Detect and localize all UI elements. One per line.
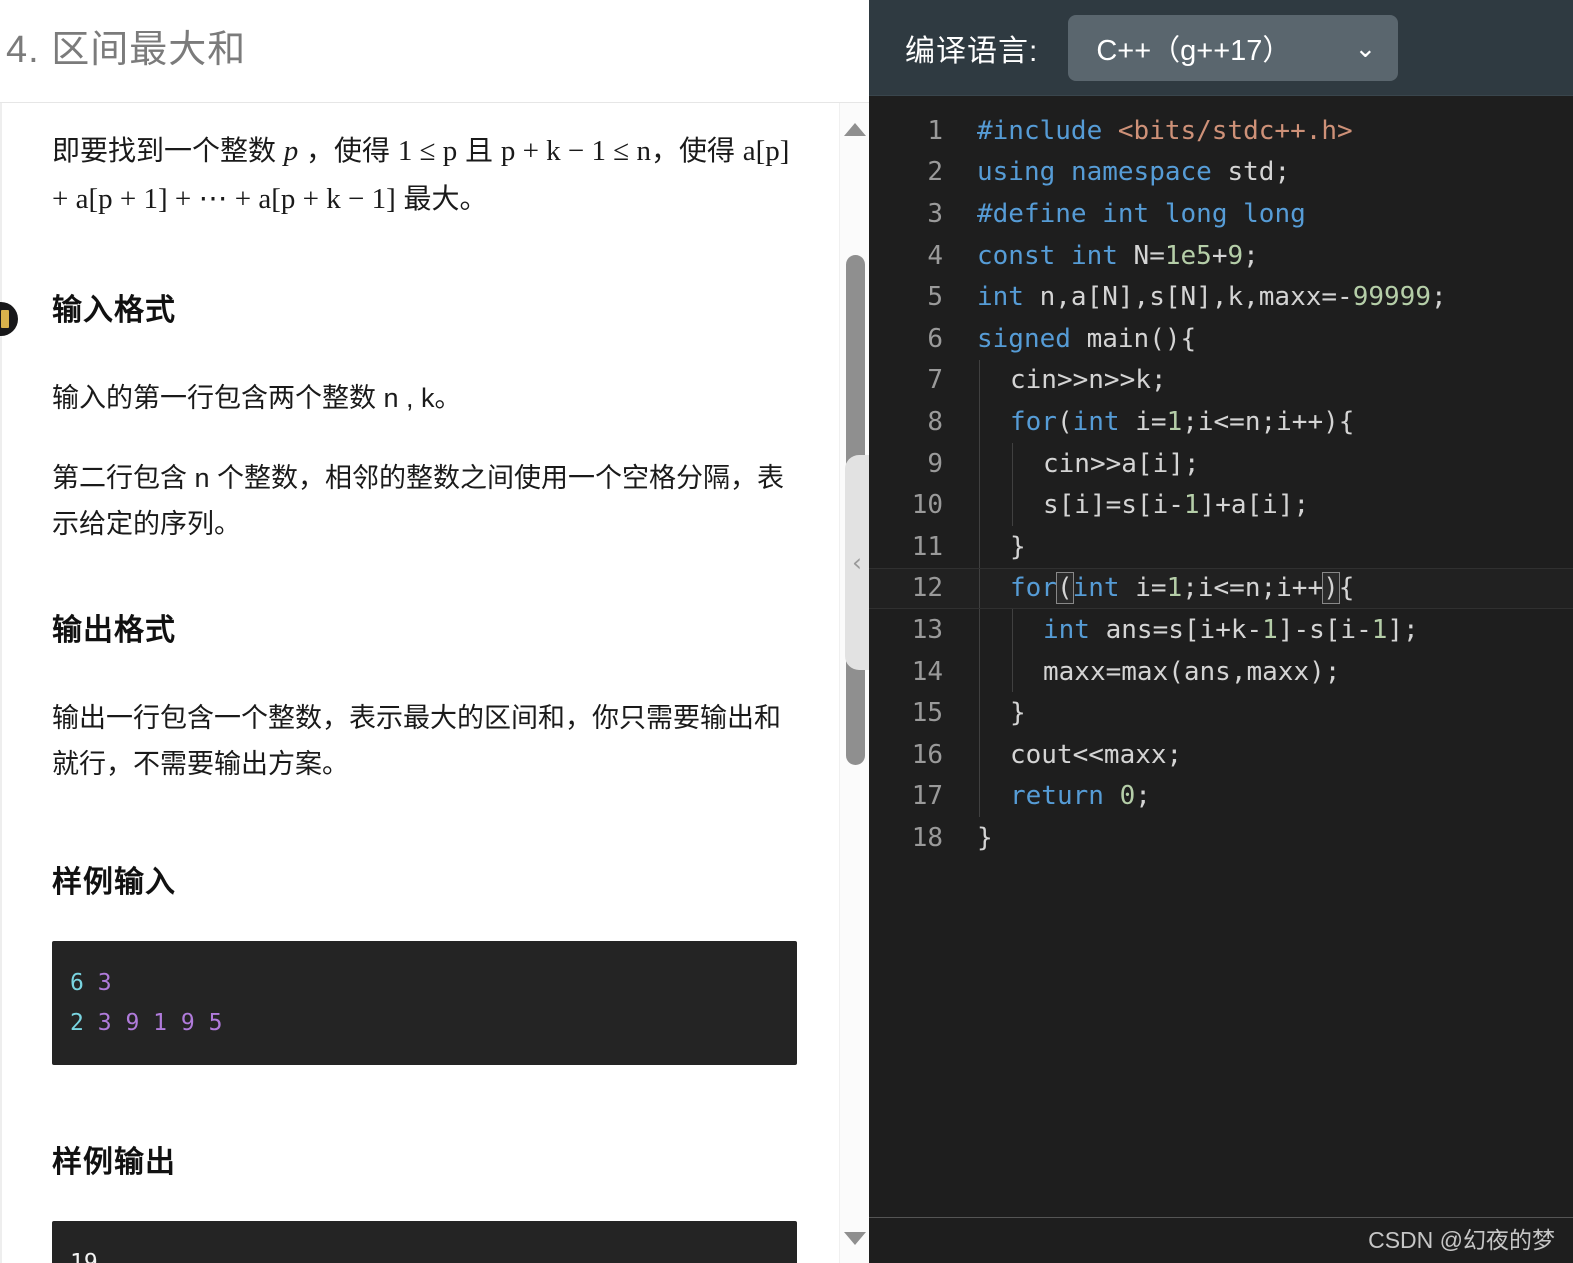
code-lines[interactable]: 1 #include <bits/stdc++.h> 2 using namespac… [869, 110, 1573, 859]
code-line[interactable]: 17 return 0; [869, 775, 1573, 818]
scroll-down-arrow-icon[interactable] [843, 1232, 866, 1245]
code-line[interactable]: 11} [869, 525, 1573, 568]
code-line[interactable]: 1 #include <bits/stdc++.h> [869, 110, 1573, 152]
problem-statement-pane: 4. 区间最大和 即要找到一个整数 p ，使得 1 ≤ p 且 p + k − … [0, 0, 869, 1263]
sample-input-line: 6 3 [70, 970, 112, 996]
code-line[interactable]: 9 cin>>a[i]; [869, 442, 1573, 485]
problem-intro-paragraph: 即要找到一个整数 p ，使得 1 ≤ p 且 p + k − 1 ≤ n，使得 … [52, 135, 790, 215]
code-line-text: for(int i=1;i<=n;i++){ [1010, 406, 1355, 437]
collapse-panel-handle[interactable]: ‹ [845, 455, 869, 670]
chevron-left-icon: ‹ [852, 548, 862, 577]
language-select-value: C++（g++17） [1096, 34, 1292, 67]
sample-output-block: 19 [52, 1221, 797, 1263]
line-number: 13 [911, 614, 943, 645]
scroll-up-arrow-icon[interactable] [843, 123, 866, 136]
sample-input-block: 6 3 2 3 9 1 9 5 [52, 941, 797, 1065]
line-number: 10 [911, 490, 943, 521]
chevron-down-icon: ⌄ [1354, 32, 1377, 63]
code-line[interactable]: 5 int n,a[N],s[N],k,maxx=-99999; [869, 276, 1573, 318]
code-line-text: maxx=max(ans,maxx); [1043, 656, 1341, 687]
code-line-text: } [977, 822, 993, 853]
code-line-text: int ans=s[i+k-1]-s[i-1]; [1043, 614, 1419, 645]
page-title: 4. 区间最大和 [6, 29, 247, 71]
code-line[interactable]: 18} [869, 817, 1573, 859]
code-line[interactable]: 3 #define int long long [869, 193, 1573, 235]
section-heading: 输入格式 [52, 294, 176, 327]
code-line-text: } [1010, 531, 1026, 562]
line-number: 9 [927, 448, 943, 479]
line-number: 2 [927, 157, 943, 188]
code-editor-pane: 编译语言: C++（g++17） ⌄ 1 #include <bits/stdc+… [869, 0, 1573, 1263]
code-line-text: const int N=1e5+9; [977, 240, 1259, 271]
code-line-text: return 0; [1010, 781, 1151, 812]
line-number: 3 [927, 198, 943, 229]
code-line-text: s[i]=s[i-1]+a[i]; [1043, 490, 1310, 521]
section-heading: 输出格式 [52, 614, 176, 647]
code-line[interactable]: 7 cin>>n>>k; [869, 359, 1573, 402]
code-line[interactable]: 6 signed main(){ [869, 318, 1573, 360]
line-number: 5 [927, 282, 943, 313]
problem-content: 即要找到一个整数 p ，使得 1 ≤ p 且 p + k − 1 ≤ n，使得 … [52, 103, 797, 1263]
code-line-text: cin>>a[i]; [1043, 448, 1200, 479]
watermark: CSDN @幻夜的梦 [1368, 1227, 1555, 1253]
line-number: 17 [911, 781, 943, 812]
code-line-text: cout<<maxx; [1010, 739, 1183, 770]
section-paragraph: 输入的第一行包含两个整数 n , k。 [52, 383, 462, 413]
sample-input-heading: 样例输入 [52, 866, 176, 899]
sample-output-line: 19 [70, 1250, 98, 1263]
code-line-text: using namespace std; [977, 157, 1291, 188]
language-label: 编译语言: [905, 34, 1039, 68]
line-number: 18 [911, 822, 943, 853]
language-select[interactable]: C++（g++17） ⌄ [1068, 14, 1399, 81]
problem-scroll-region[interactable]: 即要找到一个整数 p ，使得 1 ≤ p 且 p + k − 1 ≤ n，使得 … [0, 103, 869, 1263]
line-number: 15 [911, 698, 943, 729]
section-paragraph: 第二行包含 n 个整数，相邻的整数之间使用一个空格分隔，表示给定的序列。 [52, 463, 785, 539]
code-line-text: #include <bits/stdc++.h> [977, 115, 1353, 146]
line-number: 1 [927, 115, 943, 146]
code-line-text: signed main(){ [977, 323, 1197, 354]
code-line-text: for(int i=1;i<=n;i++){ [1010, 572, 1355, 605]
code-line-text: #define int long long [977, 198, 1306, 229]
line-number: 7 [927, 365, 943, 396]
line-number: 12 [911, 573, 943, 604]
line-number: 11 [911, 531, 943, 562]
line-number: 16 [911, 739, 943, 770]
problem-scrollbar[interactable] [839, 103, 869, 1263]
code-line[interactable]: 13 int ans=s[i+k-1]-s[i-1]; [869, 609, 1573, 651]
editor-bottom-divider [869, 1217, 1573, 1218]
code-line-text: cin>>n>>k; [1010, 365, 1167, 396]
code-line-text: int n,a[N],s[N],k,maxx=-99999; [977, 282, 1447, 313]
problem-editor-page: 4. 区间最大和 即要找到一个整数 p ，使得 1 ≤ p 且 p + k − … [0, 0, 1573, 1263]
sample-output-heading: 样例输出 [52, 1146, 176, 1179]
code-line[interactable]: 8 for(int i=1;i<=n;i++){ [869, 401, 1573, 443]
code-line[interactable]: 14 maxx=max(ans,maxx); [869, 650, 1573, 693]
line-number: 14 [911, 656, 943, 687]
line-number: 6 [927, 323, 943, 354]
line-number: 4 [927, 240, 943, 271]
section-paragraph: 输出一行包含一个整数，表示最大的区间和，你只需要输出和就行，不需要输出方案。 [52, 703, 781, 779]
code-line[interactable]: 2 using namespace std; [869, 152, 1573, 194]
line-number: 8 [927, 406, 943, 437]
code-line[interactable]: 12 for(int i=1;i<=n;i++){ [869, 567, 1573, 610]
code-line[interactable]: 10 s[i]=s[i-1]+a[i]; [869, 484, 1573, 526]
sample-input-line: 2 3 9 1 9 5 [70, 1010, 223, 1036]
code-line[interactable]: 4 const int N=1e5+9; [869, 235, 1573, 277]
code-line[interactable]: 15} [869, 692, 1573, 734]
code-area[interactable]: 1 #include <bits/stdc++.h> 2 using namespac… [869, 96, 1573, 1263]
code-line[interactable]: 16 cout<<maxx; [869, 733, 1573, 776]
code-line-text: } [1010, 698, 1026, 729]
editor-toolbar: 编译语言: C++（g++17） ⌄ [869, 0, 1573, 96]
